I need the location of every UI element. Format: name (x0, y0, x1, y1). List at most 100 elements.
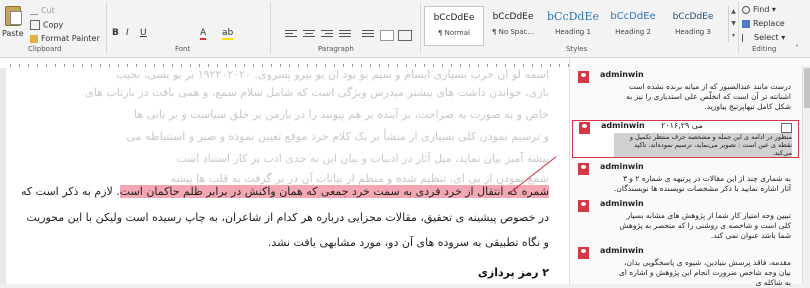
ruler-tick (109, 64, 110, 67)
select-button[interactable]: Select ▾ (742, 33, 785, 42)
ruler-tick (316, 64, 317, 67)
comment-card[interactable]: adminwin مقدمه، فاقد پرسش بنیادین، شیوه … (572, 246, 797, 287)
ruler-tick (64, 64, 65, 67)
ruler-tick (145, 64, 146, 67)
commented-highlight[interactable]: شمره که انتقال از خرد فردی به سمت خرد جم… (119, 185, 549, 198)
comment-card[interactable]: adminwin تبیین وجه امتیاز کار شما از پژو… (572, 199, 797, 245)
ruler-tick (226, 64, 227, 67)
collapse-ribbon-icon[interactable]: ˄ (795, 44, 799, 53)
paste-button[interactable]: Paste (2, 4, 24, 40)
format-painter-button[interactable]: Format Painter (30, 34, 100, 43)
user-avatar-icon (579, 122, 590, 134)
ruler-tick (244, 64, 245, 67)
reply-icon[interactable] (781, 123, 792, 133)
clipboard-group-label: Clipboard (28, 45, 62, 53)
ruler-tick (397, 64, 398, 67)
ruler-tick (514, 64, 515, 67)
editing-group-label: Editing (752, 45, 777, 53)
replace-button[interactable]: Replace (742, 19, 785, 28)
scissors-icon (30, 6, 38, 15)
copy-icon (30, 20, 40, 30)
borders-button[interactable] (398, 30, 412, 41)
ruler-tick (532, 64, 533, 67)
ruler-tick (280, 64, 281, 67)
ruler-tick (91, 64, 92, 67)
ruler-tick (55, 64, 56, 67)
ruler-tick (199, 64, 200, 67)
cut-button[interactable]: Cut (30, 6, 55, 15)
ruler-tick (307, 64, 308, 67)
body-text-line: در خصوص پیشینه ی تحقیق، مقالات مجزایی در… (26, 211, 549, 224)
ruler-tick (289, 64, 290, 67)
italic-button[interactable]: I (126, 28, 129, 38)
comment-text: به شماری چند از این مقالات در پرتیهه ی ش… (614, 174, 791, 193)
underline-button[interactable]: U (140, 28, 147, 38)
ruler-tick (136, 64, 137, 67)
style-no-spacing[interactable]: bCcDdEe ¶ No Spac... (484, 6, 542, 44)
style-normal[interactable]: bCcDdEe ¶ Normal (424, 6, 484, 46)
find-button[interactable]: Find ▾ (742, 5, 776, 14)
ruler-tick (190, 64, 191, 67)
ruler-tick (451, 64, 452, 67)
style-heading-2[interactable]: bCcDdEe Heading 2 (604, 6, 662, 44)
ruler-tick (379, 64, 380, 67)
copy-button[interactable]: Copy (30, 20, 63, 30)
style-heading-3[interactable]: bCcDdEe Heading 3 (664, 6, 722, 44)
user-avatar-icon (578, 247, 589, 259)
ruler-tick (163, 64, 164, 67)
ruler-tick (46, 64, 47, 67)
ruler-tick (82, 64, 83, 67)
ruler-tick (460, 64, 461, 67)
ruler-tick (388, 64, 389, 67)
ruler-tick (334, 64, 335, 67)
bold-button[interactable]: B (112, 28, 119, 38)
comment-card[interactable]: adminwin به شماری چند از این مقالات در پ… (572, 162, 797, 196)
align-left-button[interactable] (285, 30, 297, 39)
ruler-tick (73, 64, 74, 67)
ruler-tick (415, 64, 416, 67)
ribbon: Paste Cut Copy Format Painter Clipboard … (0, 0, 810, 58)
align-center-button[interactable] (303, 30, 315, 39)
ruler-tick (406, 64, 407, 67)
ruler-tick (181, 64, 182, 67)
ruler-tick (361, 64, 362, 67)
document-page[interactable]: اسمه لو ان حرب بسیاری ایسام و سیم بو بود… (6, 68, 569, 284)
ruler-tick (550, 64, 551, 67)
user-avatar-icon (578, 200, 589, 212)
ruler-tick (559, 64, 560, 67)
ruler-tick (172, 64, 173, 67)
ruler-tick (469, 64, 470, 67)
style-heading-1[interactable]: bCcDdEe Heading 1 (544, 6, 602, 44)
styles-gallery-scroll[interactable]: ▲ ▼ ▾ (728, 6, 738, 42)
ruler-tick (343, 64, 344, 67)
user-avatar-icon (578, 163, 589, 175)
comment-text: درست مانند عبدالصبور که از میانه برنده ن… (626, 82, 791, 111)
comment-card-active[interactable]: adminwin می ۲۰۱۶,۲۹ منظور در ادامه ی این… (572, 120, 799, 158)
ruler-tick (37, 64, 38, 67)
faded-text-line: بازی، خواندن داشت های بیشتر میدرس ویژگی … (85, 86, 549, 99)
faded-text-line: اسمه لو ان حرب بسیاری ایسام و سیم بو بود… (116, 68, 549, 81)
ruler-tick (127, 64, 128, 67)
line-spacing-button[interactable] (362, 30, 374, 39)
body-text-line: شمره که انتقال از خرد فردی به سمت خرد جم… (21, 185, 549, 198)
faded-text-line: پیشه آمیز بیان نماید، میل آثار در ادبیات… (176, 152, 549, 165)
cursor-icon (742, 33, 751, 42)
ruler-tick (505, 64, 506, 67)
ruler-tick (352, 64, 353, 67)
font-color-button[interactable]: A (200, 28, 207, 40)
ruler-tick (370, 64, 371, 67)
ruler-tick (28, 64, 29, 67)
paragraph-group-label: Paragraph (318, 45, 354, 53)
ruler-tick (523, 64, 524, 67)
shading-button[interactable] (380, 30, 394, 41)
comment-card[interactable]: adminwin درست مانند عبدالصبور که از میان… (572, 70, 797, 116)
vertical-scrollbar[interactable] (802, 66, 810, 284)
align-right-button[interactable] (321, 30, 333, 39)
ruler-tick (442, 64, 443, 67)
ruler-tick (487, 64, 488, 67)
justify-button[interactable] (339, 30, 351, 39)
scrollbar-thumb[interactable] (804, 68, 810, 108)
highlight-color-button[interactable]: ab (222, 28, 234, 40)
user-avatar-icon (578, 71, 589, 83)
ruler-tick (298, 64, 299, 67)
